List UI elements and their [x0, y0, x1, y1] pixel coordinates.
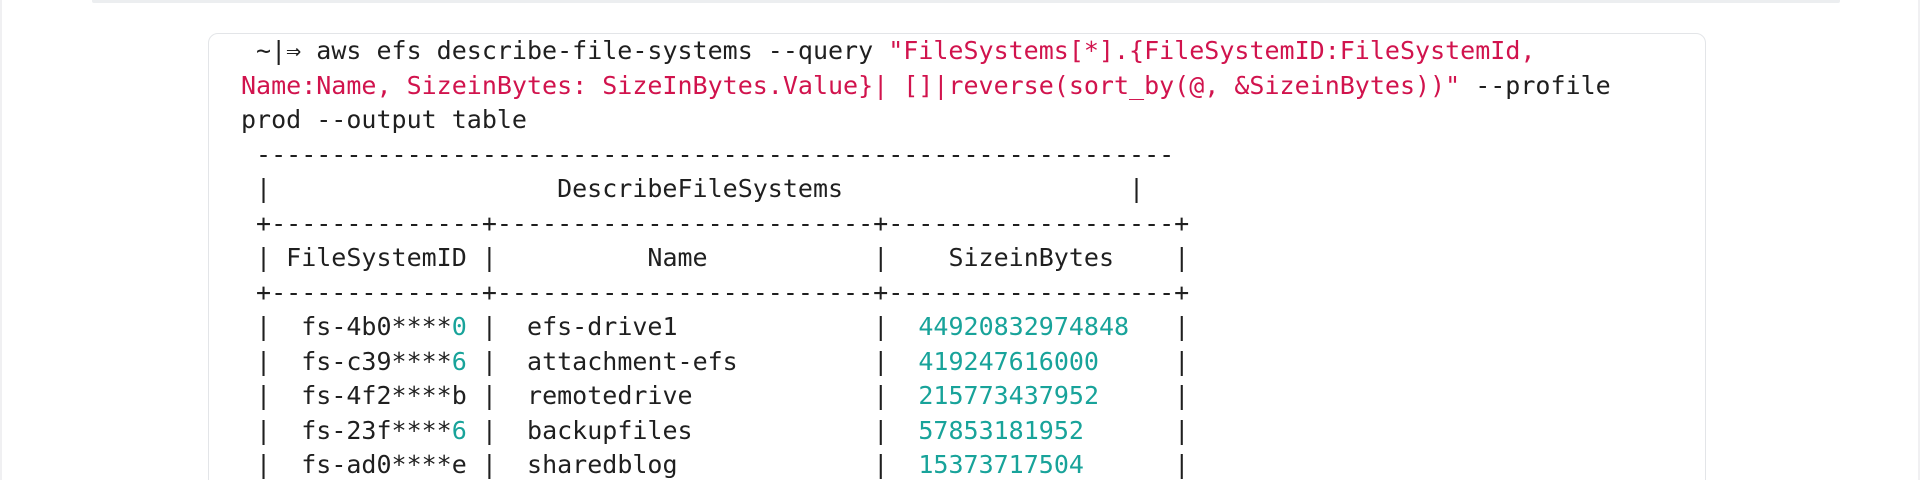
row-border: | [692, 381, 919, 410]
command-line-2: Name:Name, SizeinBytes: SizeInBytes.Valu… [241, 69, 1611, 104]
cell-filesystem-id-suffix: 0 [451, 312, 467, 341]
command-text: aws efs describe-file-systems --query [316, 36, 889, 65]
cell-filesystem-id-suffix: 6 [451, 415, 467, 445]
cell-filesystem-id-prefix: fs-4f2**** [301, 381, 452, 410]
page: ~|⇒ aws efs describe-file-systems --quer… [0, 0, 1920, 480]
cell-name: efs-drive1 [527, 312, 678, 341]
table-separator-1: +--------------+------------------------… [241, 208, 1190, 238]
row-border: | [737, 346, 919, 376]
row-border-right: | [1129, 312, 1190, 341]
top-divider [92, 0, 1840, 3]
profile-flag: --profile [1460, 70, 1611, 100]
command-line-1: ~|⇒ aws efs describe-file-systems --quer… [241, 34, 1611, 69]
command-args: prod --output table [241, 105, 527, 134]
row-border: | [466, 312, 528, 341]
row-border-right: | [1083, 450, 1190, 479]
terminal-output[interactable]: ~|⇒ aws efs describe-file-systems --quer… [241, 34, 1611, 480]
row-border-left: | [241, 450, 302, 479]
cell-name: attachment-efs [527, 346, 738, 376]
cell-size: 44920832974848 [918, 312, 1130, 341]
row-border-right: | [1099, 381, 1190, 410]
cell-filesystem-id-prefix: fs-ad0**** [301, 450, 452, 479]
row-border: | [677, 450, 919, 479]
header-sizeinbytes: SizeinBytes [948, 243, 1115, 272]
row-border: | [466, 415, 528, 445]
cell-filesystem-id-suffix: e [451, 450, 467, 479]
row-border: | [692, 415, 919, 445]
table-row: | fs-4f2****b | remotedrive | 2157734379… [241, 379, 1611, 414]
row-border-left: | [241, 381, 302, 410]
cell-name: remotedrive [527, 381, 693, 410]
row-border: | [466, 450, 528, 479]
cell-name: sharedblog [527, 450, 678, 479]
table-title: DescribeFileSystems [557, 174, 844, 203]
row-border-left: | [241, 312, 302, 341]
cell-filesystem-id-prefix: fs-c39**** [301, 346, 452, 376]
table-title-row: | DescribeFileSystems | [241, 172, 1611, 207]
cell-size: 419247616000 [918, 346, 1099, 376]
query-string-part2: Name:Name, SizeinBytes: SizeInBytes.Valu… [241, 70, 1461, 100]
left-divider [0, 0, 2, 480]
table-separator-2: +--------------+------------------------… [241, 277, 1190, 307]
row-border-left: | [241, 346, 302, 376]
query-string-part1: "FileSystems[*].{FileSystemID:FileSystem… [888, 36, 1536, 65]
code-block[interactable]: ~|⇒ aws efs describe-file-systems --quer… [208, 33, 1706, 480]
cell-filesystem-id-suffix: b [451, 381, 467, 410]
cell-size: 57853181952 [918, 415, 1084, 445]
row-border: | [466, 346, 528, 376]
table-title-pad-left: | [241, 174, 558, 203]
table-header-row: | FileSystemID | Name | SizeinBytes | [241, 243, 1190, 272]
cell-filesystem-id-prefix: fs-4b0**** [301, 312, 452, 341]
row-border-right: | [1083, 415, 1190, 445]
header-filesystemid: FileSystemID [286, 243, 467, 272]
header-name: Name [647, 243, 708, 272]
cell-size: 215773437952 [918, 381, 1099, 410]
cell-filesystem-id-prefix: fs-23f**** [301, 415, 452, 445]
row-border-right: | [1098, 346, 1190, 376]
table-row: | fs-23f****6 | backupfiles | 5785318195… [241, 414, 1611, 449]
table-body: | fs-4b0****0 | efs-drive1 | 44920832974… [241, 310, 1611, 480]
row-border-left: | [241, 415, 302, 445]
table-row: | fs-ad0****e | sharedblog | 15373717504… [241, 448, 1611, 480]
row-border: | [677, 312, 919, 341]
prompt: ~|⇒ [241, 36, 317, 65]
table-row: | fs-c39****6 | attachment-efs | 4192476… [241, 345, 1611, 380]
table-title-pad-right: | [843, 174, 1145, 203]
cell-size: 15373717504 [918, 450, 1084, 479]
command-line-3: prod --output table [241, 103, 1611, 138]
cell-filesystem-id-suffix: 6 [451, 346, 467, 376]
row-border: | [466, 381, 528, 410]
table-top-border: ----------------------------------------… [241, 139, 1175, 169]
table-row: | fs-4b0****0 | efs-drive1 | 44920832974… [241, 310, 1611, 345]
cell-name: backupfiles [527, 415, 693, 445]
